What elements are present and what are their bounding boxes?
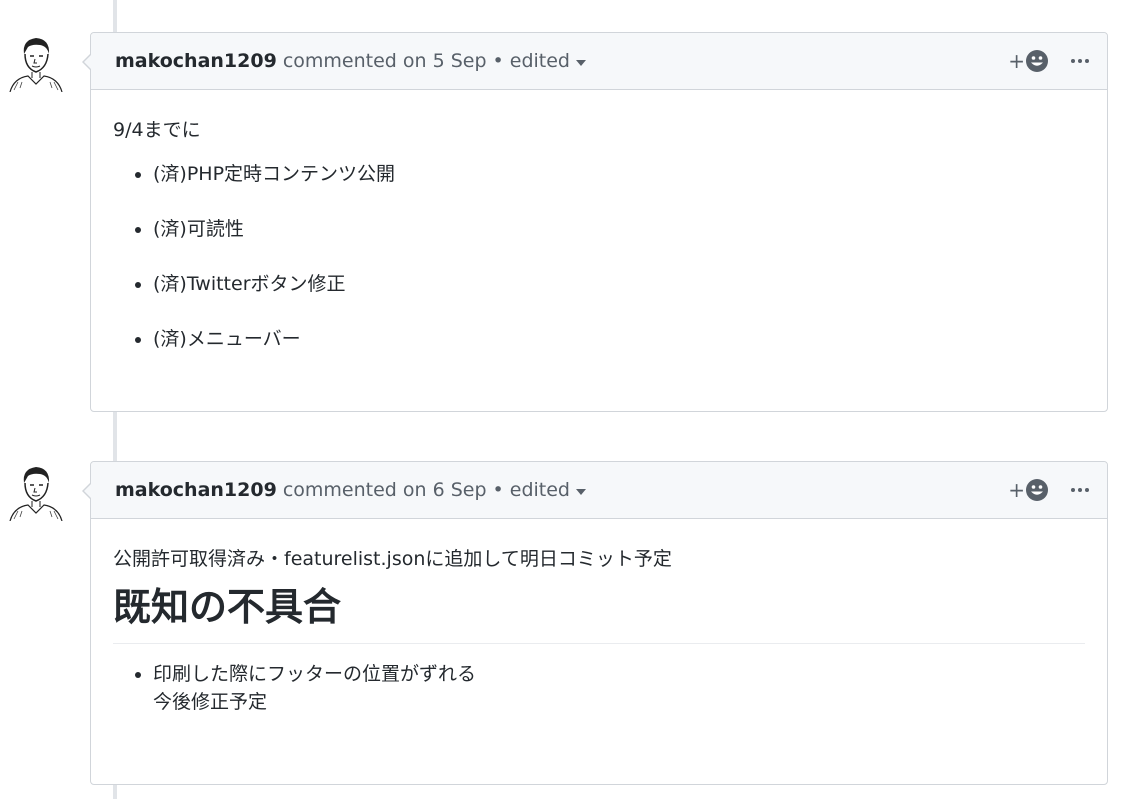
caret-down-icon (575, 488, 586, 495)
avatar-sketch-icon (6, 32, 66, 92)
comment-timestamp[interactable]: commented on 5 Sep (283, 50, 487, 72)
comment-header: makochan1209 commented on 5 Sep • edited… (91, 33, 1107, 90)
avatar[interactable] (6, 461, 66, 521)
avatar-sketch-icon (6, 461, 66, 521)
reaction-plus: + (1008, 49, 1025, 73)
kebab-dot (1085, 59, 1089, 63)
smiley-icon (1026, 50, 1048, 72)
comment-intro: 9/4までに (113, 119, 201, 141)
comment-intro: 公開許可取得済み・featurelist.jsonに追加して明日コミット予定 (113, 548, 672, 570)
caret-down-icon (575, 59, 586, 66)
comment-actions: + (1008, 33, 1089, 89)
add-reaction-button[interactable]: + (1008, 49, 1049, 73)
list-item: (済)Twitterボタン修正 (153, 270, 1085, 298)
comment-box: makochan1209 commented on 5 Sep • edited… (82, 32, 1108, 412)
author-link[interactable]: makochan1209 (115, 50, 277, 72)
list-item: (済)メニューバー (153, 325, 1085, 353)
task-list: (済)PHP定時コンテンツ公開 (済)可読性 (済)Twitterボタン修正 (… (113, 160, 1085, 353)
avatar[interactable] (6, 32, 66, 92)
kebab-horizontal-icon (1071, 488, 1075, 492)
comment-box: makochan1209 commented on 6 Sep • edited… (82, 461, 1108, 785)
edited-dropdown[interactable]: edited (510, 50, 586, 72)
edited-dropdown[interactable]: edited (510, 479, 586, 501)
list-item: (済)可読性 (153, 215, 1085, 243)
kebab-dot (1085, 488, 1089, 492)
list-item-line: 今後修正予定 (153, 691, 268, 713)
smiley-icon (1026, 479, 1048, 501)
edited-label: edited (509, 479, 570, 501)
separator: • (492, 50, 504, 72)
comment-header: makochan1209 commented on 6 Sep • edited… (91, 462, 1107, 519)
add-reaction-button[interactable]: + (1008, 478, 1049, 502)
reaction-plus: + (1008, 478, 1025, 502)
kebab-horizontal-icon (1071, 59, 1075, 63)
comment-body: 公開許可取得済み・featurelist.jsonに追加して明日コミット予定 既… (91, 519, 1107, 736)
section-heading: 既知の不具合 (113, 583, 1085, 644)
kebab-dot (1078, 488, 1082, 492)
more-options-button[interactable] (1071, 488, 1089, 492)
comment-timestamp[interactable]: commented on 6 Sep (283, 479, 487, 501)
edited-label: edited (509, 50, 570, 72)
comment-body: 9/4までに (済)PHP定時コンテンツ公開 (済)可読性 (済)Twitter… (91, 90, 1107, 377)
list-item: 印刷した際にフッターの位置がずれる 今後修正予定 (153, 660, 1085, 716)
author-link[interactable]: makochan1209 (115, 479, 277, 501)
more-options-button[interactable] (1071, 59, 1089, 63)
list-item: (済)PHP定時コンテンツ公開 (153, 160, 1085, 188)
comment-actions: + (1008, 462, 1089, 518)
issue-list: 印刷した際にフッターの位置がずれる 今後修正予定 (113, 660, 1085, 716)
kebab-dot (1078, 59, 1082, 63)
list-item-line: 印刷した際にフッターの位置がずれる (153, 663, 477, 685)
separator: • (492, 479, 504, 501)
